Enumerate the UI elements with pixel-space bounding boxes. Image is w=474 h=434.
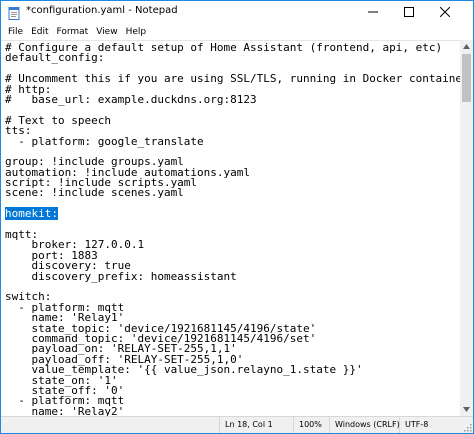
menu-file[interactable]: File	[4, 27, 27, 37]
code-line-text: scene: !include scenes.yaml	[5, 186, 184, 200]
minimize-icon	[368, 11, 378, 13]
scroll-up-button[interactable]	[460, 40, 473, 53]
line-ending: Windows (CRLF)	[329, 417, 400, 433]
editor-lines: # Configure a default setup of Home Assi…	[5, 42, 460, 416]
code-line: - platform: google_translate	[5, 134, 460, 148]
menu-edit[interactable]: Edit	[27, 27, 52, 37]
chevron-down-icon	[463, 407, 470, 412]
maximize-button[interactable]	[392, 1, 426, 23]
selected-line: homekit:	[5, 207, 460, 221]
resize-grip-icon[interactable]	[462, 422, 472, 432]
chevron-up-icon	[463, 44, 470, 49]
code-line: # base_url: example.duckdns.org:8123	[5, 92, 460, 106]
menu-format[interactable]: Format	[53, 27, 93, 37]
code-line-text: # Uncomment this if you are using SSL/TL…	[5, 72, 460, 86]
close-button[interactable]	[428, 1, 462, 23]
code-line-text: - platform: google_translate	[5, 134, 204, 148]
code-line-text: discovery_prefix: homeassistant	[5, 269, 237, 283]
code-line: default_config:	[5, 51, 460, 65]
cursor-position: Ln 18, Col 1	[219, 417, 293, 433]
close-icon	[440, 7, 450, 17]
encoding: UTF-8	[399, 417, 459, 433]
code-line-text: default_config:	[5, 51, 105, 65]
minimize-button[interactable]	[356, 1, 390, 23]
vertical-scrollbar[interactable]	[460, 40, 473, 416]
title-bar[interactable]: *configuration.yaml - Notepad	[1, 1, 473, 23]
code-line-text: # base_url: example.duckdns.org:8123	[5, 92, 257, 106]
menu-help[interactable]: Help	[122, 27, 151, 37]
code-line-text: homekit:	[5, 207, 58, 221]
notepad-window: *configuration.yaml - Notepad File Edit …	[0, 0, 474, 434]
notepad-icon	[8, 5, 20, 20]
code-line: # Uncomment this if you are using SSL/TL…	[5, 72, 460, 86]
zoom-level: 100%	[293, 417, 329, 433]
code-line: scene: !include scenes.yaml	[5, 186, 460, 200]
scroll-down-button[interactable]	[460, 403, 473, 416]
code-line: # Text to speech	[5, 115, 460, 126]
window-title: *configuration.yaml - Notepad	[26, 5, 178, 16]
menu-view[interactable]: View	[92, 27, 121, 37]
code-line: discovery_prefix: homeassistant	[5, 269, 460, 283]
maximize-icon	[404, 7, 414, 17]
text-editor[interactable]: # Configure a default setup of Home Assi…	[1, 40, 460, 416]
status-bar: Ln 18, Col 1 100% Windows (CRLF) UTF-8	[1, 416, 473, 433]
scrollbar-thumb[interactable]	[462, 54, 471, 102]
menu-bar: File Edit Format View Help	[1, 23, 473, 40]
